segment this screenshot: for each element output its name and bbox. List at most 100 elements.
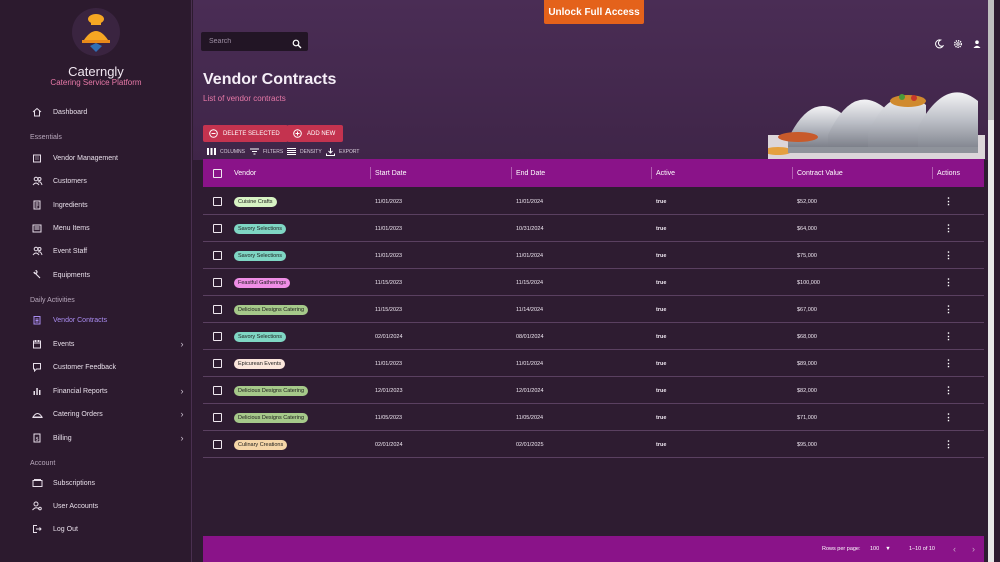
- search-icon[interactable]: [292, 36, 302, 54]
- row-checkbox[interactable]: [213, 242, 222, 269]
- column-separator[interactable]: [651, 167, 652, 179]
- select-all-checkbox[interactable]: [213, 159, 222, 187]
- page-subtitle: List of vendor contracts: [203, 94, 286, 103]
- sidebar-item-vendor-contracts[interactable]: Vendor Contracts: [30, 311, 186, 329]
- contract-value-cell: $71,000: [797, 414, 817, 421]
- row-checkbox[interactable]: [213, 215, 222, 242]
- table-row[interactable]: Epicurean Events 11/01/2023 11/01/2024 true…: [203, 350, 984, 377]
- table-row[interactable]: Delicious Designs Catering 11/05/2023 11/0…: [203, 404, 984, 431]
- sidebar-item-label: Events: [53, 340, 75, 348]
- active-cell: true: [656, 225, 667, 232]
- table-row[interactable]: Savory Selections 02/01/2024 08/01/2024 tru…: [203, 323, 984, 350]
- column-header-start-date[interactable]: Start Date: [375, 159, 407, 187]
- sidebar-item-catering-orders[interactable]: Catering Orders ›: [30, 405, 186, 423]
- more-vert-icon[interactable]: ⋮: [944, 188, 953, 215]
- sidebar-item-subscriptions[interactable]: Subscriptions: [30, 474, 186, 492]
- table-row[interactable]: Savory Selections 11/01/2023 11/01/2024 tru…: [203, 242, 984, 269]
- sidebar-item-customer-feedback[interactable]: Customer Feedback: [30, 358, 186, 376]
- more-vert-icon[interactable]: ⋮: [944, 215, 953, 242]
- more-vert-icon[interactable]: ⋮: [944, 269, 953, 296]
- search-input[interactable]: [209, 38, 289, 45]
- delete-selected-button[interactable]: DELETE SELECTED: [203, 125, 288, 142]
- end-date-cell: 11/15/2024: [516, 279, 544, 286]
- vendor-chip: Savory Selections: [234, 223, 287, 234]
- vendor-cell: Cuisine Crafts: [234, 188, 277, 215]
- sidebar-item-customers[interactable]: Customers: [30, 172, 186, 190]
- column-header-end-date[interactable]: End Date: [516, 159, 545, 187]
- scrollbar-thumb[interactable]: [988, 0, 994, 120]
- column-separator[interactable]: [932, 167, 933, 179]
- row-checkbox[interactable]: [213, 269, 222, 296]
- active-cell: true: [656, 306, 667, 313]
- more-vert-icon[interactable]: ⋮: [944, 377, 953, 404]
- more-vert-icon[interactable]: ⋮: [944, 242, 953, 269]
- sidebar-item-menu-items[interactable]: Menu Items: [30, 219, 186, 237]
- sidebar-item-label: Ingredients: [53, 201, 88, 209]
- table-row[interactable]: Delicious Designs Catering 12/01/2023 12/0…: [203, 377, 984, 404]
- sidebar-item-label: Vendor Contracts: [53, 316, 108, 324]
- sidebar-item-label: User Accounts: [53, 502, 99, 510]
- dark-mode-icon[interactable]: [934, 36, 945, 54]
- row-checkbox[interactable]: [213, 404, 222, 431]
- unlock-full-access-button[interactable]: Unlock Full Access: [544, 0, 644, 24]
- more-vert-icon[interactable]: ⋮: [944, 323, 953, 350]
- next-page-icon[interactable]: ›: [972, 536, 975, 562]
- row-checkbox[interactable]: [213, 431, 222, 458]
- column-header-contract-value[interactable]: Contract Value: [797, 159, 843, 187]
- brand-name: Caterngly: [68, 64, 124, 79]
- active-cell: true: [656, 198, 667, 205]
- row-checkbox[interactable]: [213, 377, 222, 404]
- column-header-active[interactable]: Active: [656, 159, 675, 187]
- building-icon: [30, 152, 44, 164]
- sidebar-item-vendor-management[interactable]: Vendor Management: [30, 149, 186, 167]
- table-row[interactable]: Delicious Designs Catering 11/15/2023 11/1…: [203, 296, 984, 323]
- sidebar-item-log-out[interactable]: Log Out: [30, 520, 186, 538]
- column-separator[interactable]: [511, 167, 512, 179]
- svg-text:$: $: [36, 437, 39, 443]
- scrollbar[interactable]: [988, 0, 994, 562]
- row-checkbox[interactable]: [213, 323, 222, 350]
- more-vert-icon[interactable]: ⋮: [944, 404, 953, 431]
- more-vert-icon[interactable]: ⋮: [944, 296, 953, 323]
- previous-page-icon[interactable]: ‹: [953, 536, 956, 562]
- columns-icon: [207, 148, 216, 155]
- table-header: Vendor Start Date End Date Active Contra…: [203, 159, 984, 187]
- table-row[interactable]: Cuisine Crafts 11/01/2023 11/01/2024 true $5…: [203, 188, 984, 215]
- export-label: EXPORT: [339, 148, 360, 155]
- row-checkbox[interactable]: [213, 296, 222, 323]
- chef-hat-cloche-icon: [77, 13, 115, 52]
- chevron-right-icon: ›: [180, 409, 184, 419]
- rows-per-page-value: 100: [870, 546, 880, 552]
- table-row[interactable]: Savory Selections 11/01/2023 10/31/2024 tru…: [203, 215, 984, 242]
- rows-per-page-select[interactable]: 100 ▼: [870, 536, 891, 562]
- columns-button[interactable]: COLUMNS: [207, 147, 245, 156]
- sidebar-item-label: Financial Reports: [53, 387, 108, 395]
- table-row[interactable]: Feastful Gatherings 11/15/2023 11/15/2024 t…: [203, 269, 984, 296]
- more-vert-icon[interactable]: ⋮: [944, 431, 953, 458]
- column-separator[interactable]: [792, 167, 793, 179]
- row-checkbox[interactable]: [213, 188, 222, 215]
- sidebar-item-billing[interactable]: $ Billing ›: [30, 429, 186, 447]
- sidebar-item-financial-reports[interactable]: Financial Reports ›: [30, 382, 186, 400]
- filters-button[interactable]: FILTERS: [250, 147, 283, 156]
- export-button[interactable]: EXPORT: [326, 147, 359, 156]
- column-header-vendor[interactable]: Vendor: [234, 159, 256, 187]
- start-date-cell: 11/01/2023: [375, 225, 403, 232]
- gear-icon[interactable]: [953, 36, 963, 54]
- sidebar-item-user-accounts[interactable]: User Accounts: [30, 497, 186, 515]
- table-row[interactable]: Culinary Creations 02/01/2024 02/01/2025 tr…: [203, 431, 984, 458]
- user-icon[interactable]: [972, 36, 982, 54]
- column-separator[interactable]: [370, 167, 371, 179]
- row-checkbox[interactable]: [213, 350, 222, 377]
- sidebar-item-equipments[interactable]: Equipments: [30, 266, 186, 284]
- sidebar-item-events[interactable]: Events ›: [30, 335, 186, 353]
- sidebar-item-ingredients[interactable]: Ingredients: [30, 196, 186, 214]
- search-bar[interactable]: [201, 32, 308, 51]
- sidebar-item-dashboard[interactable]: Dashboard: [30, 103, 186, 121]
- vendor-chip: Savory Selections: [234, 331, 287, 342]
- add-new-button[interactable]: ADD NEW: [287, 125, 344, 142]
- density-button[interactable]: DENSITY: [287, 147, 322, 156]
- section-essentials: Essentials: [30, 134, 62, 141]
- sidebar-item-event-staff[interactable]: Event Staff: [30, 242, 186, 260]
- more-vert-icon[interactable]: ⋮: [944, 350, 953, 377]
